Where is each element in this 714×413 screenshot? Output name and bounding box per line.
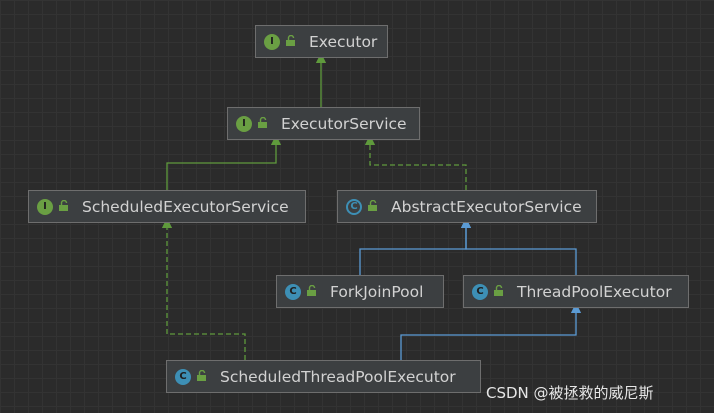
node-executor-service[interactable]: I ExecutorService <box>227 107 420 140</box>
node-scheduled-executor-service[interactable]: I ScheduledExecutorService <box>28 190 306 223</box>
node-label: ExecutorService <box>281 114 407 133</box>
lock-icon <box>196 368 208 386</box>
class-icon: C <box>285 283 301 300</box>
node-fork-join-pool[interactable]: C ForkJoinPool <box>276 275 444 308</box>
node-label: ThreadPoolExecutor <box>517 282 672 301</box>
interface-icon: I <box>236 115 252 132</box>
node-abstract-executor-service[interactable]: C AbstractExecutorService <box>337 190 597 223</box>
lock-icon <box>367 198 379 216</box>
lock-icon <box>257 115 269 133</box>
node-label: ForkJoinPool <box>330 282 424 301</box>
lock-icon <box>306 283 318 301</box>
node-label: ScheduledExecutorService <box>82 197 289 216</box>
watermark: CSDN @被拯救的威尼斯 <box>486 384 654 402</box>
lock-icon <box>493 283 505 301</box>
node-label: Executor <box>309 32 378 51</box>
node-label: ScheduledThreadPoolExecutor <box>220 367 456 386</box>
class-diagram: I Executor I ExecutorService I Scheduled… <box>0 0 714 413</box>
abstract-class-icon: C <box>346 198 362 215</box>
class-icon: C <box>472 283 488 300</box>
lock-icon <box>285 33 297 51</box>
node-executor[interactable]: I Executor <box>255 25 388 58</box>
node-label: AbstractExecutorService <box>391 197 582 216</box>
node-scheduled-thread-pool-executor[interactable]: C ScheduledThreadPoolExecutor <box>166 360 481 393</box>
lock-icon <box>58 198 70 216</box>
class-icon: C <box>175 368 191 385</box>
interface-icon: I <box>264 33 280 50</box>
node-thread-pool-executor[interactable]: C ThreadPoolExecutor <box>463 275 689 308</box>
interface-icon: I <box>37 198 53 215</box>
